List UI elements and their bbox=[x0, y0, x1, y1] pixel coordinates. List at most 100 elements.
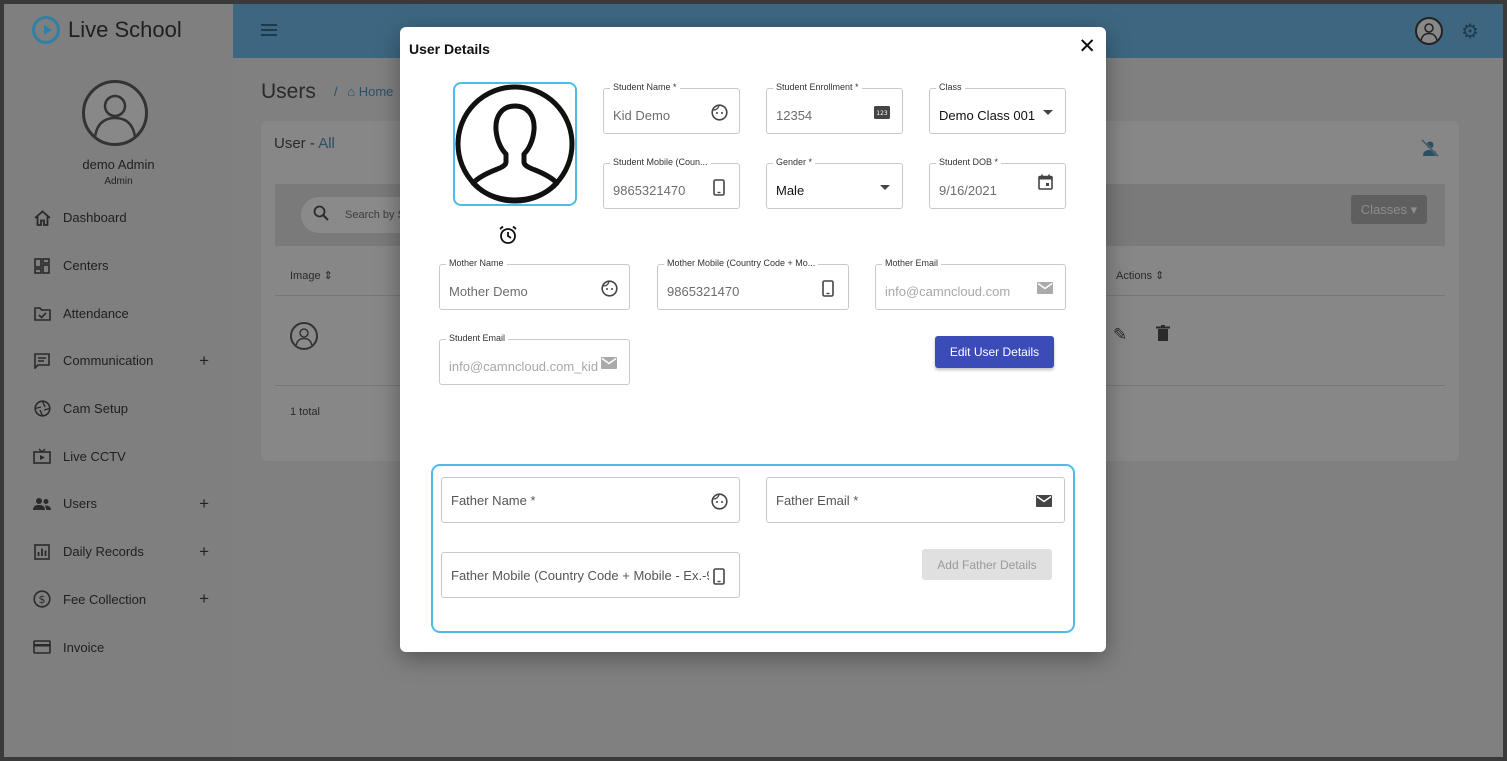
chat-icon bbox=[33, 352, 51, 370]
breadcrumb: / ⌂ Home bbox=[334, 84, 393, 99]
face-icon bbox=[710, 492, 728, 510]
mother-email-input[interactable]: info@camncloud.com bbox=[885, 284, 1010, 299]
breadcrumb-home-link[interactable]: Home bbox=[359, 84, 394, 99]
field-label: Mother Email bbox=[882, 258, 942, 268]
expand-plus-icon[interactable]: + bbox=[199, 494, 209, 514]
row-avatar bbox=[290, 322, 318, 350]
father-name-field[interactable]: Father Name * bbox=[441, 477, 740, 523]
sidebar-item-dashboard[interactable]: Dashboard bbox=[4, 194, 233, 242]
edit-icon[interactable]: ✎ bbox=[1113, 325, 1127, 345]
sidebar-item-cam-setup[interactable]: Cam Setup bbox=[4, 385, 233, 433]
field-label: Mother Mobile (Country Code + Mo... bbox=[664, 258, 819, 268]
classes-dropdown-button[interactable]: Classes ▾ bbox=[1351, 195, 1427, 224]
sidebar-item-label: Live CCTV bbox=[63, 448, 126, 464]
tv-icon bbox=[33, 447, 51, 465]
sidebar-item-users[interactable]: Users + bbox=[4, 480, 233, 528]
expand-plus-icon[interactable]: + bbox=[199, 351, 209, 371]
sidebar-item-label: Attendance bbox=[63, 305, 129, 321]
search-input[interactable]: Search by S bbox=[345, 209, 405, 221]
student-enrollment-input[interactable]: 12354 bbox=[776, 108, 812, 123]
column-header-image[interactable]: Image ⇕ bbox=[290, 269, 333, 282]
sidebar-item-communication[interactable]: Communication + bbox=[4, 337, 233, 385]
mail-icon bbox=[1035, 492, 1053, 510]
student-email-input[interactable]: info@camncloud.com_kid bbox=[449, 359, 598, 374]
expand-plus-icon[interactable]: + bbox=[199, 542, 209, 562]
alarm-clock-icon[interactable] bbox=[498, 225, 518, 251]
mother-email-field[interactable]: Mother Email info@camncloud.com bbox=[875, 258, 1066, 310]
user-off-icon[interactable] bbox=[1421, 139, 1439, 162]
camera-aperture-icon bbox=[33, 400, 51, 418]
sidebar-item-label: Centers bbox=[63, 258, 109, 274]
expand-plus-icon[interactable]: + bbox=[199, 589, 209, 609]
sidebar-item-label: Communication bbox=[63, 353, 154, 369]
sidebar-item-label: Dashboard bbox=[63, 210, 127, 226]
classes-button-label: Classes bbox=[1360, 202, 1408, 217]
field-label: Student DOB * bbox=[936, 157, 1002, 167]
field-label: Class bbox=[936, 82, 965, 92]
father-name-input[interactable]: Father Name * bbox=[451, 493, 536, 508]
father-email-input[interactable]: Father Email * bbox=[776, 493, 858, 508]
brand[interactable]: Live School bbox=[32, 16, 182, 44]
add-father-details-button[interactable]: Add Father Details bbox=[922, 549, 1052, 580]
gender-selected-value: Male bbox=[776, 183, 805, 198]
search-icon bbox=[313, 205, 329, 226]
sidebar-item-label: Cam Setup bbox=[63, 401, 129, 417]
close-icon[interactable]: ✕ bbox=[1078, 36, 1096, 57]
mother-name-field[interactable]: Mother Name Mother Demo bbox=[439, 258, 630, 310]
sidebar-item-invoice[interactable]: Invoice bbox=[4, 623, 233, 671]
sidebar-item-live-cctv[interactable]: Live CCTV bbox=[4, 432, 233, 480]
student-dob-input[interactable]: 9/16/2021 bbox=[939, 183, 997, 198]
card-title: User - All bbox=[274, 135, 335, 152]
sidebar-item-fee-collection[interactable]: $ Fee Collection + bbox=[4, 576, 233, 624]
mother-mobile-field[interactable]: Mother Mobile (Country Code + Mo... 9865… bbox=[657, 258, 849, 310]
class-select[interactable]: Class Demo Class 001 bbox=[929, 82, 1066, 134]
mother-mobile-input[interactable]: 9865321470 bbox=[667, 284, 739, 299]
sidebar-item-label: Fee Collection bbox=[63, 591, 147, 607]
mother-name-input[interactable]: Mother Demo bbox=[449, 284, 528, 299]
delete-icon[interactable] bbox=[1156, 325, 1170, 346]
menu-icon[interactable] bbox=[261, 24, 277, 36]
dropdown-caret-icon bbox=[880, 185, 890, 190]
sidebar-item-daily-records[interactable]: Daily Records + bbox=[4, 528, 233, 576]
user-avatar[interactable] bbox=[1415, 17, 1443, 45]
calendar-icon[interactable] bbox=[1036, 173, 1054, 191]
profile-role: Admin bbox=[104, 176, 133, 187]
student-name-field[interactable]: Student Name * Kid Demo bbox=[603, 82, 740, 134]
father-email-field[interactable]: Father Email * bbox=[766, 477, 1065, 523]
app-window: Live School demo Admin Admin Dashboard C… bbox=[4, 4, 1503, 757]
sidebar-item-label: Users bbox=[63, 496, 97, 512]
card-title-filter[interactable]: All bbox=[318, 135, 335, 152]
credit-card-icon bbox=[33, 638, 51, 656]
mail-icon bbox=[1036, 279, 1054, 297]
student-dob-field[interactable]: Student DOB * 9/16/2021 bbox=[929, 157, 1066, 209]
sidebar-item-centers[interactable]: Centers bbox=[4, 242, 233, 290]
student-mobile-field[interactable]: Student Mobile (Coun... 9865321470 bbox=[603, 157, 740, 209]
edit-user-details-button[interactable]: Edit User Details bbox=[935, 336, 1054, 368]
field-label: Student Name * bbox=[610, 82, 680, 92]
father-mobile-input[interactable]: Father Mobile (Country Code + Mobile - E… bbox=[451, 568, 709, 583]
column-header-actions[interactable]: Actions ⇕ bbox=[1116, 269, 1164, 282]
play-logo-icon bbox=[32, 16, 60, 44]
field-label: Student Enrollment * bbox=[773, 82, 862, 92]
sidebar-item-label: Daily Records bbox=[63, 544, 144, 560]
father-details-panel: Father Name * Father Email * Father Mobi… bbox=[431, 464, 1075, 633]
father-mobile-field[interactable]: Father Mobile (Country Code + Mobile - E… bbox=[441, 552, 740, 598]
gender-select[interactable]: Gender * Male bbox=[766, 157, 903, 209]
student-name-input[interactable]: Kid Demo bbox=[613, 108, 670, 123]
student-mobile-input[interactable]: 9865321470 bbox=[613, 183, 685, 198]
sidebar-item-attendance[interactable]: Attendance bbox=[4, 289, 233, 337]
class-selected-value: Demo Class 001 bbox=[939, 108, 1036, 123]
student-photo[interactable] bbox=[453, 82, 577, 206]
dropdown-caret-icon bbox=[1043, 110, 1053, 115]
breadcrumb-separator: / bbox=[334, 84, 338, 99]
student-email-field[interactable]: Student Email info@camncloud.com_kid bbox=[439, 333, 630, 385]
user-silhouette-icon bbox=[455, 84, 575, 204]
field-label: Gender * bbox=[773, 157, 816, 167]
card-title-prefix: User - bbox=[274, 135, 319, 152]
sidebar: Live School demo Admin Admin Dashboard C… bbox=[4, 4, 233, 757]
student-enrollment-field[interactable]: Student Enrollment * 12354 123 bbox=[766, 82, 903, 134]
svg-text:123: 123 bbox=[876, 110, 888, 117]
gear-icon[interactable]: ⚙ bbox=[1461, 19, 1479, 44]
profile-avatar[interactable] bbox=[82, 80, 148, 146]
user-details-modal: User Details ✕ Student Name * Kid Demo S… bbox=[400, 27, 1106, 652]
